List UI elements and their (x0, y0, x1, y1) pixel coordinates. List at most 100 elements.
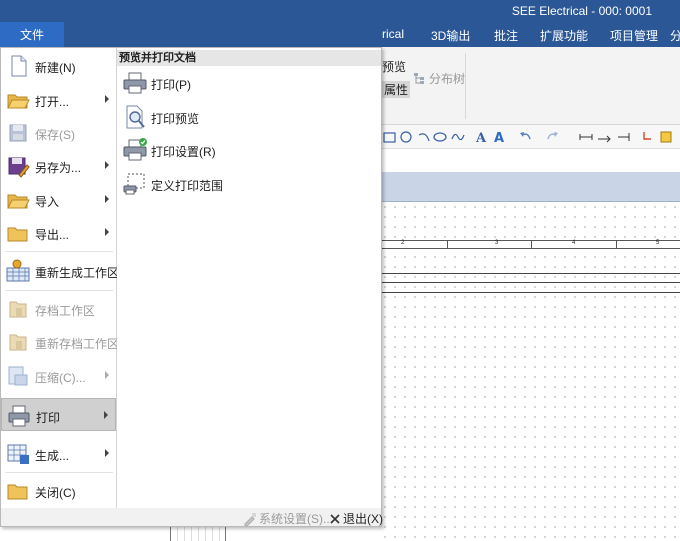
submenu-item-label: 打印(P) (151, 78, 191, 92)
menu-separator (5, 290, 113, 291)
submenu-item-label: 打印预览 (151, 112, 200, 126)
submenu-arrow-icon (105, 161, 109, 169)
file-menu-button[interactable]: 文件 (0, 22, 64, 47)
menu-item-rearchive-workspace[interactable]: 重新存档工作区 (1, 325, 119, 358)
menu-item-compress[interactable]: 压缩(C)... (1, 359, 116, 392)
spline-icon[interactable] (450, 129, 466, 145)
menu-item-label: 导出... (35, 228, 70, 242)
menu-item-label: 重新生成工作区 (35, 266, 120, 280)
sheet-ruler: 2 3 4 5 (380, 240, 680, 249)
printer-icon (123, 72, 147, 94)
ruler-number: 2 (401, 240, 405, 246)
exit-button[interactable]: 退出(X) (329, 510, 383, 527)
printer-icon (8, 405, 30, 427)
menu-item-open[interactable]: 打开... (1, 83, 116, 116)
file-menu-label: 文件 (19, 28, 44, 42)
system-settings-button[interactable]: 系统设置(S)... (243, 510, 333, 527)
drawing-canvas[interactable]: 2 3 4 5 (380, 202, 680, 541)
rearchive-workspace-icon (9, 334, 27, 351)
menu-item-label: 保存(S) (35, 128, 75, 142)
dimension-icon[interactable] (578, 129, 594, 145)
menu-separator (5, 472, 113, 473)
dimension-arrow-icon[interactable] (596, 129, 612, 145)
submenu-item-print-setup[interactable]: 打印设置(R) (119, 134, 379, 166)
tab-overflow[interactable]: 分 (670, 27, 680, 44)
ribbon-separator (465, 53, 466, 119)
ellipse-icon[interactable] (432, 129, 448, 145)
ribbon-tab-bar: rical 3D输出 批注 扩展功能 项目管理 分 (0, 22, 680, 47)
sheet-line (380, 292, 680, 293)
tab-project-management[interactable]: 项目管理 (610, 27, 658, 44)
import-icon (7, 194, 30, 209)
define-print-range-icon (123, 173, 145, 195)
distribution-tree-icon (414, 73, 424, 84)
window-title: SEE Electrical - 000: 0001 (511, 4, 652, 18)
tab-electrical[interactable]: rical (382, 27, 404, 41)
menu-item-close[interactable]: 关闭(C) (1, 474, 116, 507)
ruler-tick (616, 241, 617, 249)
submenu-arrow-icon (105, 371, 109, 379)
properties-label: 属性 (384, 83, 409, 97)
menu-item-label: 压缩(C)... (35, 371, 86, 385)
submenu-arrow-icon (105, 228, 109, 236)
submenu-item-print-preview[interactable]: 打印预览 (119, 101, 379, 133)
properties-button[interactable]: 属性 (382, 81, 411, 98)
exit-label: 退出(X) (343, 512, 383, 526)
distribution-tree-button[interactable]: 分布树 (413, 70, 465, 87)
color-icon[interactable] (658, 129, 674, 145)
menu-item-label: 新建(N) (35, 61, 76, 75)
ruler-tick (531, 241, 532, 249)
text-icon[interactable]: A (474, 129, 490, 145)
menu-item-label: 打开... (35, 95, 70, 109)
print-preview-icon (126, 105, 145, 129)
arc-icon[interactable] (416, 129, 432, 145)
generate-icon (7, 444, 29, 464)
svg-text:A: A (494, 131, 504, 145)
menu-command-list: 新建(N) 打开... 保存(S) 另存为... 导入 导出... 重新生成工作… (1, 48, 120, 508)
submenu-item-define-print-range[interactable]: 定义打印范围 (119, 168, 379, 200)
menu-item-save[interactable]: 保存(S) (1, 116, 116, 149)
menu-item-label: 打印 (36, 411, 61, 425)
menu-footer: 系统设置(S)... 退出(X) (1, 508, 383, 527)
tab-extensions[interactable]: 扩展功能 (540, 27, 588, 44)
sheet-line (380, 273, 680, 274)
system-settings-label: 系统设置(S)... (259, 512, 333, 526)
rectangle-icon[interactable] (382, 129, 398, 145)
connect-icon[interactable] (640, 129, 656, 145)
menu-item-import[interactable]: 导入 (1, 183, 116, 216)
svg-text:A: A (475, 131, 487, 145)
menu-item-label: 关闭(C) (35, 486, 76, 500)
menu-item-archive-workspace[interactable]: 存档工作区 (1, 292, 116, 325)
ruler-number: 3 (495, 240, 499, 246)
redo-icon[interactable] (544, 129, 560, 145)
distribution-tree-label: 分布树 (429, 72, 466, 86)
tab-3d-output[interactable]: 3D输出 (431, 27, 470, 44)
submenu-item-print[interactable]: 打印(P) (119, 67, 379, 99)
menu-item-label: 存档工作区 (35, 304, 96, 318)
title-bar: SEE Electrical - 000: 0001 (0, 0, 680, 22)
submenu-item-label: 打印设置(R) (151, 145, 216, 159)
circle-icon[interactable] (398, 129, 414, 145)
ruler-number: 4 (572, 240, 576, 246)
save-as-icon (8, 157, 30, 178)
ruler-tick (447, 241, 448, 249)
document-tab-strip (380, 172, 680, 202)
print-submenu: 预览并打印文档 打印(P) 打印预览 打印设置(R) 定义打印范围 (117, 48, 381, 508)
menu-item-regenerate-workspace[interactable]: 重新生成工作区 (1, 254, 120, 287)
drawing-toolbar: A A (380, 125, 680, 149)
tab-annotation[interactable]: 批注 (494, 27, 518, 44)
undo-icon[interactable] (518, 129, 534, 145)
menu-item-new[interactable]: 新建(N) (1, 49, 116, 82)
export-icon (7, 227, 28, 242)
dimension-end-icon[interactable] (616, 129, 632, 145)
preview-button[interactable]: 预览 (382, 58, 406, 75)
submenu-arrow-icon (104, 411, 108, 419)
menu-item-label: 导入 (35, 195, 60, 209)
menu-item-generate[interactable]: 生成... (1, 437, 116, 470)
submenu-arrow-icon (105, 95, 109, 103)
menu-item-export[interactable]: 导出... (1, 216, 116, 249)
menu-item-print[interactable]: 打印 (1, 398, 116, 431)
text-style-icon[interactable]: A (492, 129, 508, 145)
sheet-line (380, 282, 680, 283)
menu-item-save-as[interactable]: 另存为... (1, 149, 116, 182)
